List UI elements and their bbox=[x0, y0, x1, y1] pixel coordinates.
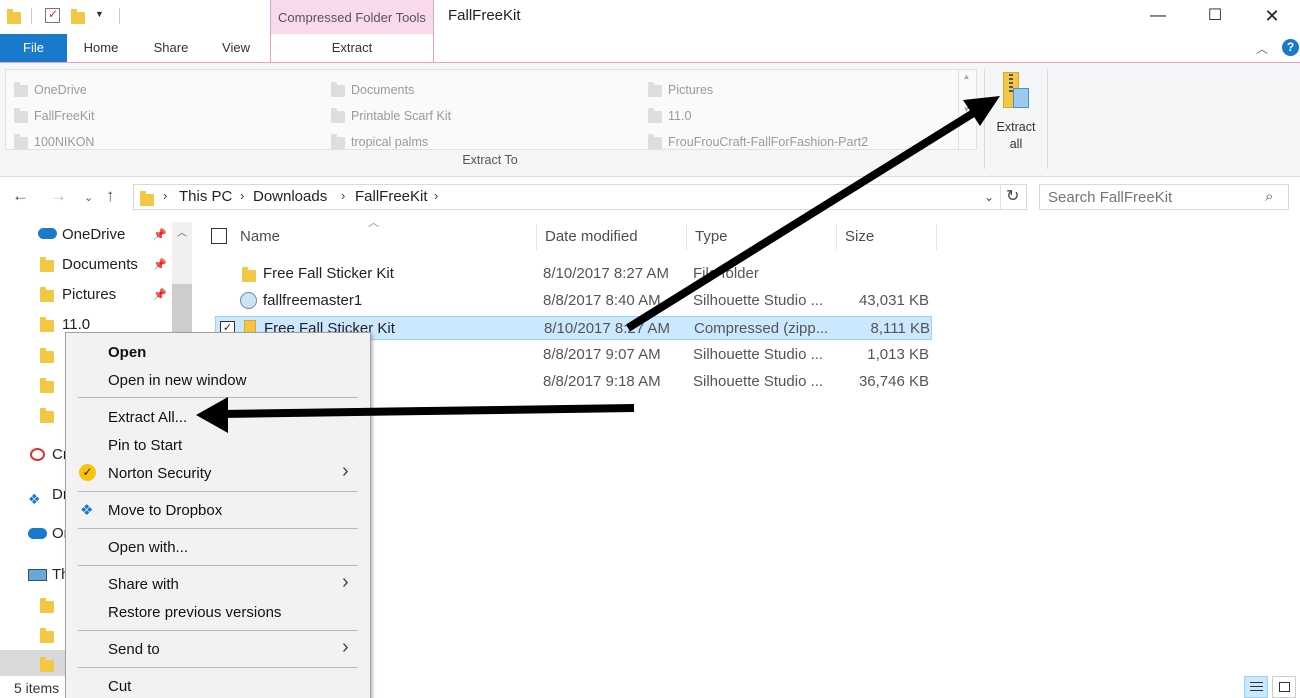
arrow-to-extract-all-menu-item bbox=[196, 397, 635, 433]
arrow-to-extract-all-button bbox=[625, 96, 1000, 332]
annotation-arrows bbox=[196, 96, 1000, 433]
